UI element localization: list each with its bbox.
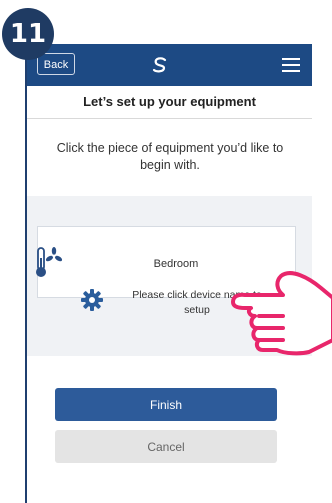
thermostat-fan-icon	[36, 247, 63, 277]
instruction-text: Click the piece of equipment you’d like …	[56, 141, 284, 172]
salus-logo-icon	[152, 57, 167, 73]
cancel-button[interactable]: Cancel	[55, 430, 277, 463]
step-badge: 11	[2, 8, 54, 60]
device-name-link[interactable]: Bedroom	[140, 258, 212, 270]
back-button[interactable]: Back	[37, 53, 75, 75]
hand-pointer-icon	[231, 271, 332, 356]
gear-icon[interactable]	[80, 288, 104, 312]
hamburger-menu-icon[interactable]	[282, 58, 300, 72]
finish-button[interactable]: Finish	[55, 388, 277, 421]
page-title: Let’s set up your equipment	[83, 94, 256, 109]
app-header: Back	[27, 44, 312, 86]
divider	[27, 118, 312, 119]
